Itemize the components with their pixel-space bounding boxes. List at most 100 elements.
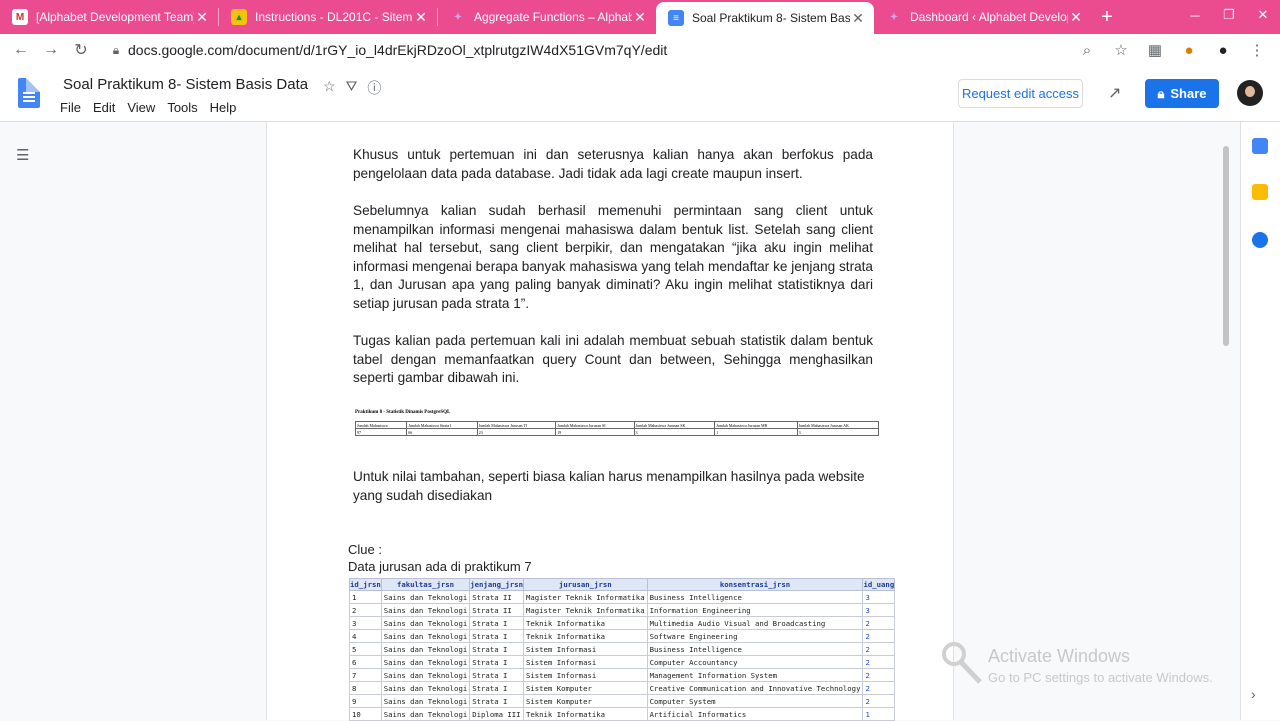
column-header[interactable]: id_jrsn xyxy=(349,578,382,591)
column-header[interactable]: jurusan_jrsn xyxy=(522,578,648,591)
reload-icon[interactable]: ↻ xyxy=(66,40,96,60)
extension-qr-icon[interactable]: ▦ xyxy=(1138,41,1172,59)
docs-logo-icon[interactable] xyxy=(18,78,40,108)
table-cell: Sistem Informasi xyxy=(522,655,648,669)
zoom-icon[interactable]: ⌕ xyxy=(1070,42,1104,59)
activity-trend-icon[interactable]: ↗ xyxy=(1108,83,1121,103)
table-cell[interactable]: 1 xyxy=(862,707,896,721)
tasks-icon[interactable] xyxy=(1252,232,1268,248)
share-button[interactable]: 🔒︎ Share xyxy=(1145,79,1219,108)
stat-value: 66 xyxy=(406,428,478,436)
menu-help[interactable]: Help xyxy=(210,100,237,115)
request-edit-access-button[interactable]: Request edit access xyxy=(958,79,1083,108)
star-icon[interactable]: ☆ xyxy=(323,78,336,98)
keep-icon[interactable] xyxy=(1252,184,1268,200)
table-cell[interactable]: 2 xyxy=(862,629,896,643)
minimize-icon[interactable]: ─ xyxy=(1178,0,1212,30)
paragraph-4: Untuk nilai tambahan, seperti biasa kali… xyxy=(353,469,865,503)
column-header[interactable]: konsentrasi_jrsn xyxy=(646,578,864,591)
chevron-right-icon[interactable]: › xyxy=(1251,686,1256,702)
table-cell[interactable]: 2 xyxy=(862,681,896,695)
table-cell: Diploma III xyxy=(469,707,524,721)
bookmark-star-icon[interactable]: ☆ xyxy=(1104,41,1138,59)
browser-tabstrip: M [Alphabet Development Team] ✕ ▴ Instru… xyxy=(0,0,1280,34)
column-header[interactable]: id_uang xyxy=(862,578,896,591)
classroom-icon: ▴ xyxy=(231,9,247,25)
table-row: 8 Sains dan Teknologi Strata I Sistem Kompu… xyxy=(349,681,896,695)
title-icons: ☆ ⛛ ⓘ xyxy=(323,78,381,98)
table-row: 7 Sains dan Teknologi Strata I Sistem Infor… xyxy=(349,668,896,682)
table-cell: Strata I xyxy=(469,642,524,656)
address-bar[interactable]: 🔒︎ docs.google.com/document/d/1rGY_io_l4… xyxy=(104,36,1138,64)
tab-classroom[interactable]: ▴ Instructions - DL201C - Sitem Basis ✕ xyxy=(219,0,437,34)
column-header[interactable]: fakultas_jrsn xyxy=(380,578,471,591)
scrollbar-thumb[interactable] xyxy=(1223,146,1229,346)
side-panel xyxy=(1240,122,1280,720)
drive-icon[interactable]: ⛛ xyxy=(346,78,358,98)
watermark-line-2: Go to PC settings to activate Windows. xyxy=(988,670,1213,685)
table-cell: Sistem Informasi xyxy=(522,668,648,682)
table-cell: Creative Communication and Innovative Te… xyxy=(646,681,864,695)
menu-edit[interactable]: Edit xyxy=(93,100,115,115)
table-cell: 3 xyxy=(349,616,382,630)
table-cell: Sains dan Teknologi xyxy=(380,668,471,682)
table-cell[interactable]: 2 xyxy=(862,655,896,669)
table-cell: Strata I xyxy=(469,655,524,669)
extension-owl-icon[interactable]: ● xyxy=(1172,42,1206,59)
close-icon[interactable]: ✕ xyxy=(1068,9,1084,26)
info-icon[interactable]: ⓘ xyxy=(367,78,381,98)
tab-gmail[interactable]: M [Alphabet Development Team] ✕ xyxy=(0,0,218,34)
table-cell[interactable]: 2 xyxy=(862,642,896,656)
table-cell: 1 xyxy=(349,590,382,604)
close-icon[interactable]: ✕ xyxy=(632,9,648,26)
new-tab-button[interactable]: + xyxy=(1092,6,1122,29)
table-row: 4 Sains dan Teknologi Strata I Teknik Infor… xyxy=(349,629,896,643)
table-cell: Strata I xyxy=(469,681,524,695)
table-cell[interactable]: 3 xyxy=(862,590,896,604)
menu-tools[interactable]: Tools xyxy=(167,100,197,115)
forward-icon[interactable]: → xyxy=(36,41,66,59)
table-cell[interactable]: 2 xyxy=(862,616,896,630)
table-row: 3 Sains dan Teknologi Strata I Teknik Infor… xyxy=(349,616,896,630)
close-window-icon[interactable]: ✕ xyxy=(1246,0,1280,30)
table-cell[interactable]: 2 xyxy=(862,668,896,682)
back-icon[interactable]: ← xyxy=(6,41,36,59)
avatar[interactable] xyxy=(1237,80,1263,106)
table-cell: Teknik Informatika xyxy=(522,629,648,643)
document-page: Khusus untuk pertemuan ini dan seterusny… xyxy=(266,122,954,721)
lock-icon[interactable]: 🔒︎ xyxy=(104,43,128,58)
menu-file[interactable]: File xyxy=(60,100,81,115)
table-row: 2 Sains dan Teknologi Strata II Magister Te… xyxy=(349,603,896,617)
document-title[interactable]: Soal Praktikum 8- Sistem Basis Data xyxy=(63,76,308,93)
tab-dashboard[interactable]: ✦ Dashboard ‹ Alphabet Development ✕ xyxy=(874,0,1092,34)
tab-title: Dashboard ‹ Alphabet Development xyxy=(910,10,1068,24)
calendar-icon[interactable] xyxy=(1252,138,1268,154)
tab-aggregate-functions[interactable]: ✦ Aggregate Functions – Alphabet ✕ xyxy=(438,0,656,34)
restore-icon[interactable]: ❐ xyxy=(1212,0,1246,30)
column-header[interactable]: jenjang_jrsn xyxy=(469,578,524,591)
table-body: 1 Sains dan Teknologi Strata II Magister Te… xyxy=(349,590,896,721)
table-cell: 8 xyxy=(349,681,382,695)
docs-icon: ≡ xyxy=(668,10,684,26)
close-icon[interactable]: ✕ xyxy=(850,10,866,27)
menu-view[interactable]: View xyxy=(127,100,155,115)
table-row: 9 Sains dan Teknologi Strata I Sistem Kompu… xyxy=(349,694,896,708)
table-cell: Sistem Komputer xyxy=(522,681,648,695)
menu-icon[interactable]: ⋮ xyxy=(1240,41,1274,59)
table-cell: Sains dan Teknologi xyxy=(380,655,471,669)
close-icon[interactable]: ✕ xyxy=(413,9,429,26)
outline-icon[interactable]: ☰ xyxy=(16,146,29,164)
table-cell: Multimedia Audio Visual and Broadcasting xyxy=(646,616,864,630)
stat-value: 1 xyxy=(714,428,798,436)
alphabet-icon: ✦ xyxy=(453,11,463,23)
table-cell[interactable]: 2 xyxy=(862,694,896,708)
table-cell: Strata II xyxy=(469,590,524,604)
tab-soal-praktikum[interactable]: ≡ Soal Praktikum 8- Sistem Basis Data ✕ xyxy=(656,2,874,34)
table-cell[interactable]: 3 xyxy=(862,603,896,617)
menu-bar: File Edit View Tools Help xyxy=(60,100,236,115)
close-icon[interactable]: ✕ xyxy=(194,9,210,26)
gmail-icon: M xyxy=(12,9,28,25)
stat-header: Jumlah Mahasiswa xyxy=(354,421,408,429)
table-cell: Teknik Informatika xyxy=(522,616,648,630)
profile-avatar-icon[interactable]: ● xyxy=(1206,42,1240,59)
